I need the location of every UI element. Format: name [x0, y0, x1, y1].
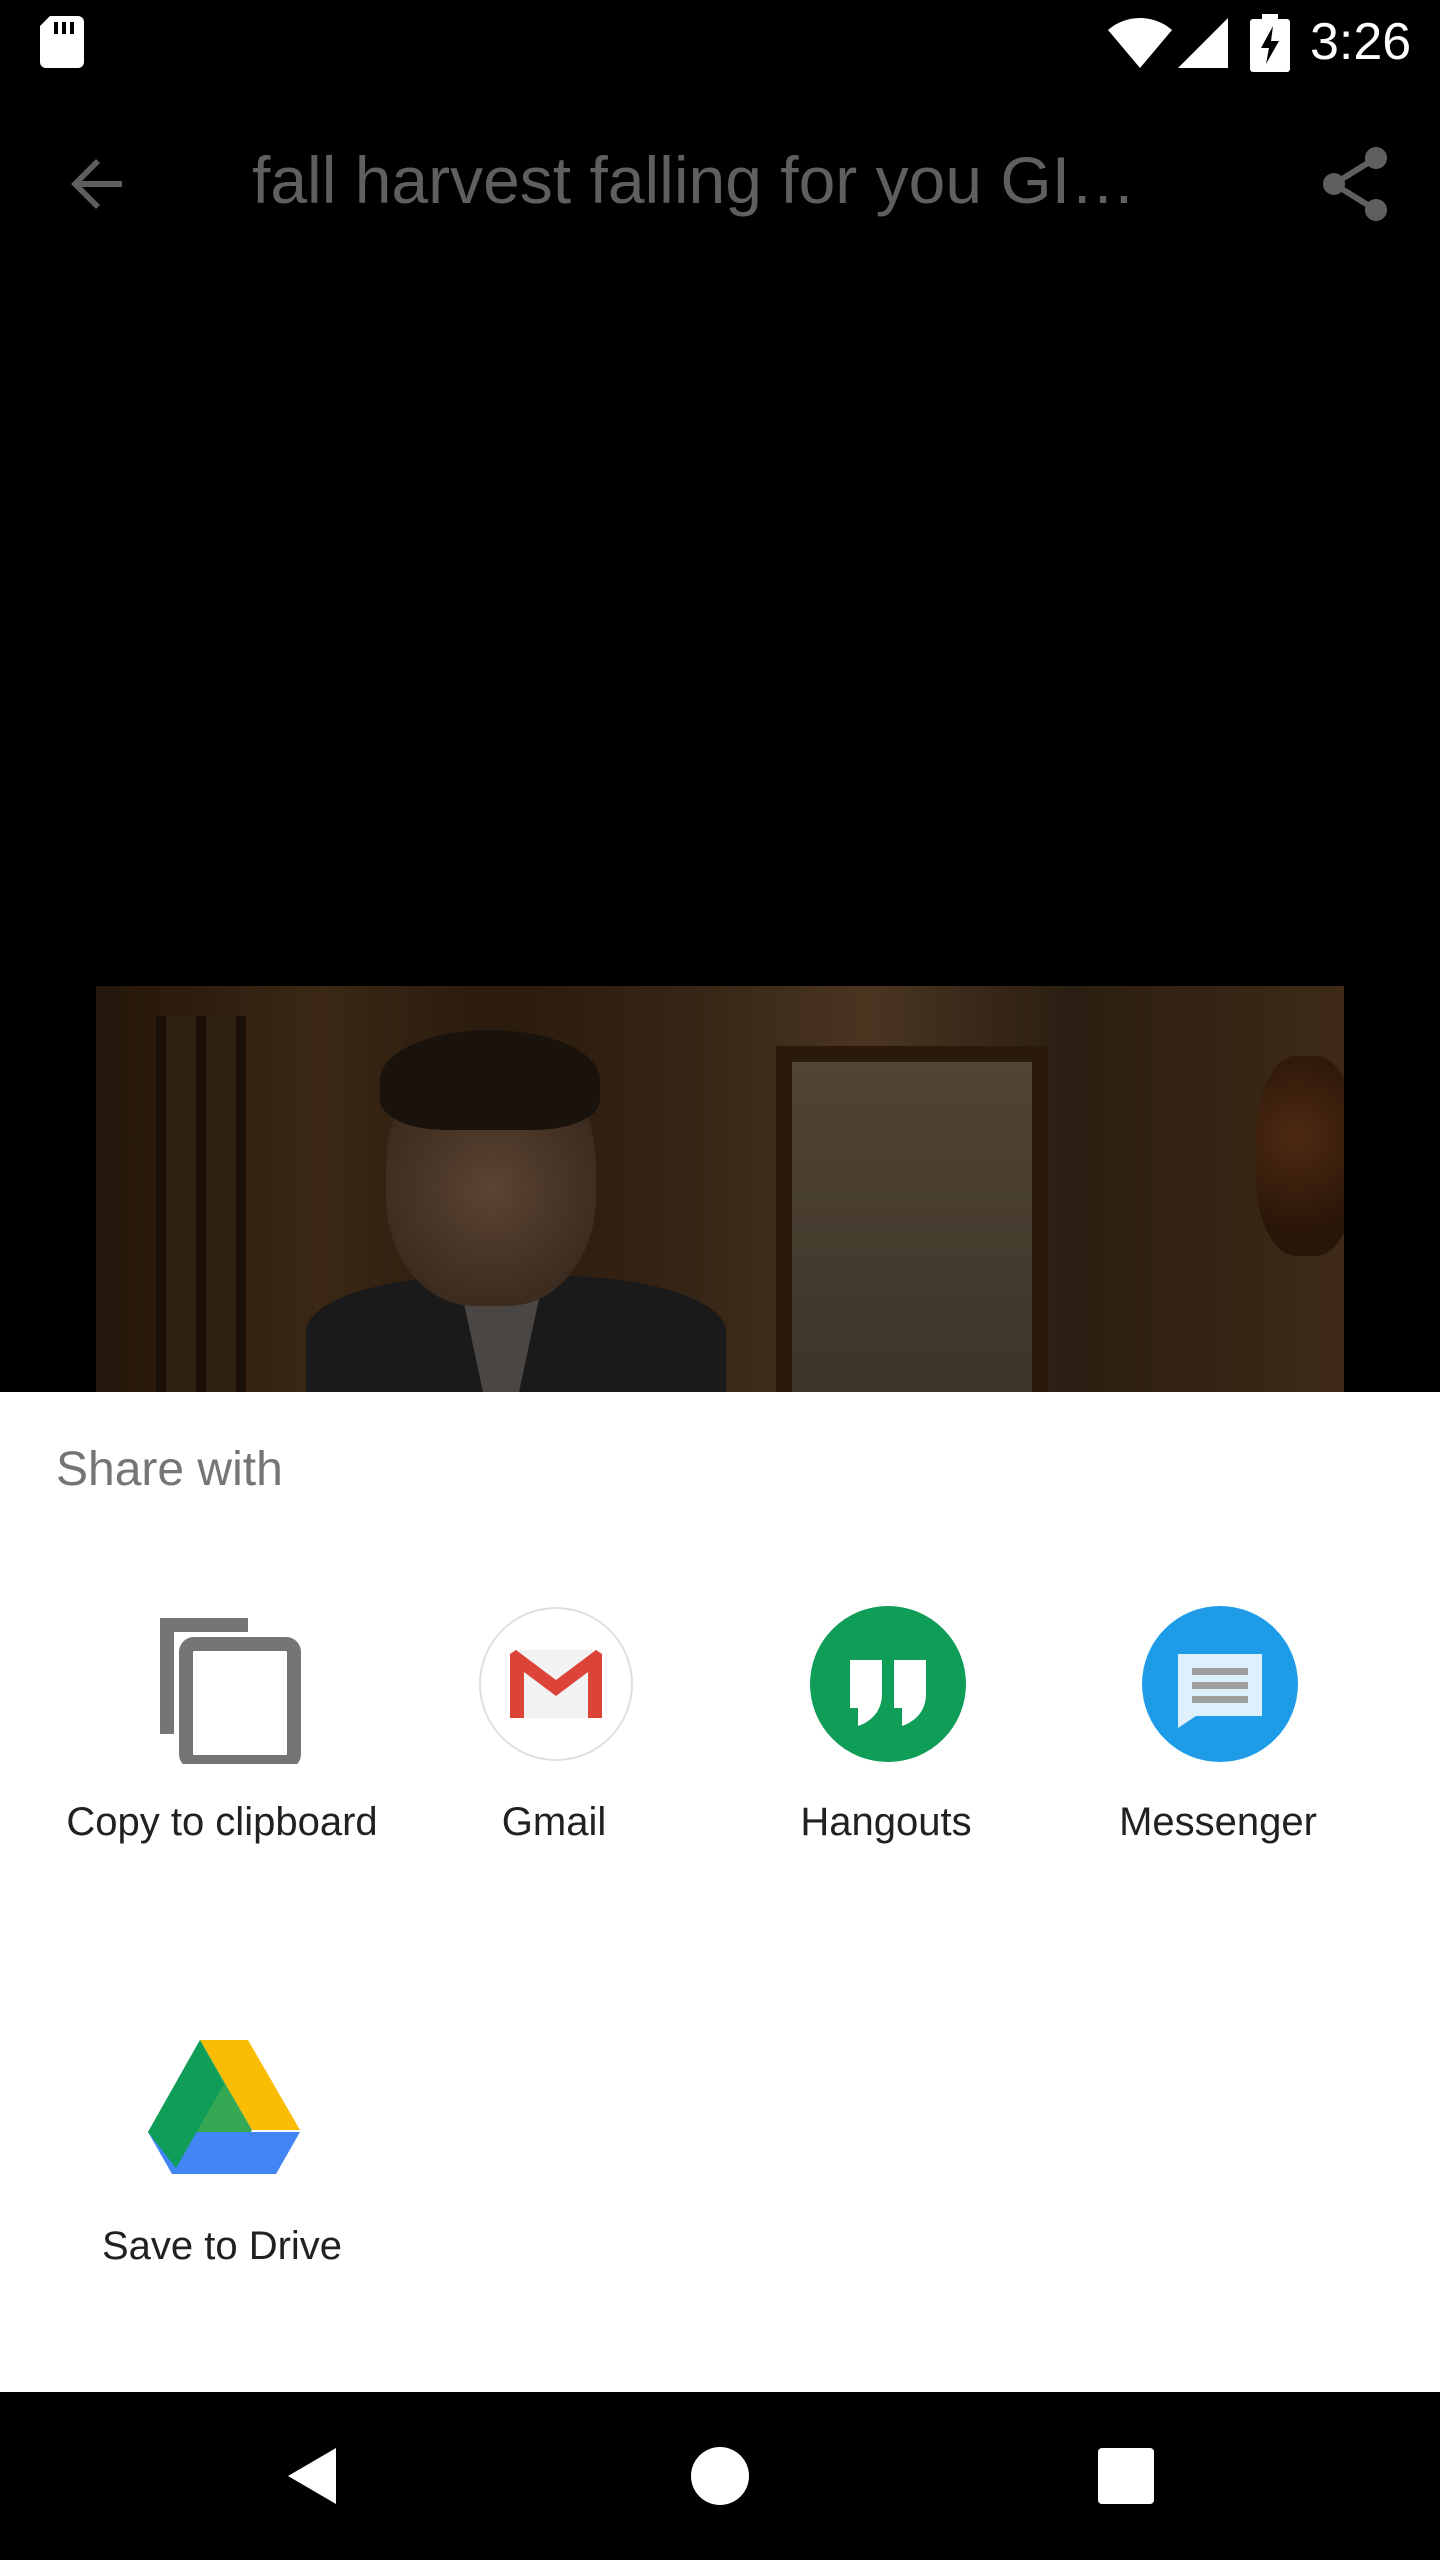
- status-bar: 3:26: [0, 0, 1440, 84]
- sd-card-icon: [40, 16, 84, 68]
- share-target-label: Copy to clipboard: [66, 1800, 378, 1844]
- app-bar: fall harvest falling for you GI…: [0, 84, 1440, 280]
- page-title: fall harvest falling for you GI…: [252, 143, 1137, 217]
- status-clock: 3:26: [1310, 13, 1412, 71]
- share-target-label: Save to Drive: [101, 2224, 343, 2268]
- gif-door: [776, 1046, 1048, 1392]
- share-sheet-title: Share with: [56, 1443, 283, 1496]
- share-target-messenger[interactable]: Messenger: [1052, 1604, 1384, 1904]
- gmail-icon: [476, 1604, 636, 1764]
- drive-icon: [144, 2028, 304, 2188]
- nav-recents-icon[interactable]: [1098, 2448, 1154, 2504]
- copy-icon: [144, 1604, 304, 1769]
- cell-signal-icon: [1178, 18, 1228, 68]
- gif-person-hair: [380, 1030, 600, 1130]
- messenger-icon: [1140, 1604, 1300, 1764]
- share-target-label: Gmail: [501, 1800, 607, 1844]
- gif-preview: [96, 986, 1344, 1392]
- share-icon[interactable]: [1316, 144, 1396, 224]
- navigation-bar: [0, 2392, 1440, 2560]
- gif-window: [156, 1016, 246, 1392]
- wifi-icon: [1108, 18, 1172, 68]
- share-target-label: Messenger: [1119, 1800, 1317, 1844]
- share-sheet: Share with Copy to clipboard Gmail Hango…: [0, 1392, 1440, 2392]
- share-target-drive[interactable]: Save to Drive: [56, 2028, 388, 2328]
- share-target-label: Hangouts: [800, 1800, 972, 1844]
- gif-leaves: [1256, 1056, 1344, 1256]
- nav-home-icon[interactable]: [690, 2446, 750, 2506]
- nav-back-icon[interactable]: [284, 2444, 348, 2508]
- share-target-copy[interactable]: Copy to clipboard: [56, 1604, 388, 1904]
- battery-charging-icon: [1250, 14, 1290, 72]
- arrow-back-icon[interactable]: [58, 144, 138, 224]
- hangouts-icon: [808, 1604, 968, 1764]
- share-target-gmail[interactable]: Gmail: [388, 1604, 720, 1904]
- share-target-hangouts[interactable]: Hangouts: [720, 1604, 1052, 1904]
